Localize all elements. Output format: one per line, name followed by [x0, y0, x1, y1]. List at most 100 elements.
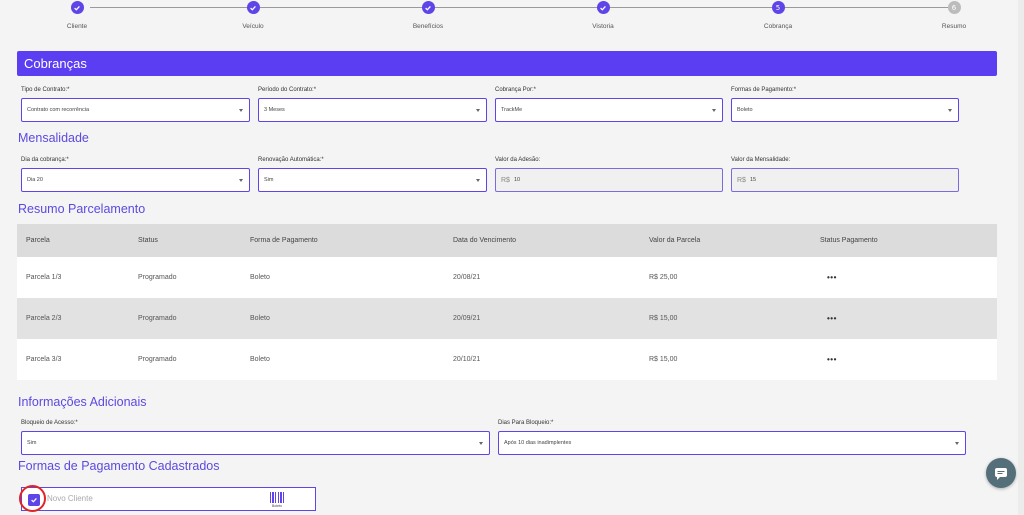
- dias-bloqueio-select[interactable]: Após 10 dias inadimplentes: [498, 431, 966, 455]
- select-value: TrackMe: [501, 107, 523, 113]
- status-cell: Programado: [138, 274, 177, 281]
- check-icon: [246, 1, 260, 14]
- bloqueio-acesso-select[interactable]: Sim: [21, 431, 490, 455]
- informacoes-adicionais-title: Informações Adicionais: [18, 395, 147, 409]
- valor-cell: R$ 15,00: [649, 315, 678, 322]
- caret-down-icon: [712, 109, 716, 112]
- dia-cobranca-select[interactable]: Dia 20: [21, 168, 250, 192]
- forma-cell: Boleto: [250, 274, 270, 281]
- input-value: 15: [749, 177, 757, 183]
- more-options-icon[interactable]: •••: [827, 257, 837, 298]
- renovacao-select[interactable]: Sim: [258, 168, 487, 192]
- select-value: Sim: [27, 440, 37, 446]
- column-header: Status: [138, 237, 158, 244]
- data-cell: 20/10/21: [453, 356, 481, 363]
- select-value: Dia 20: [27, 177, 43, 183]
- step-cobranca[interactable]: 5 Cobrança: [728, 1, 828, 30]
- more-options-icon[interactable]: •••: [827, 298, 837, 339]
- step-number: 5: [771, 1, 785, 14]
- parcelamento-table: Parcela Status Forma de Pagamento Data d…: [17, 224, 997, 380]
- periodo-contrato-select[interactable]: 3 Meses: [258, 98, 487, 122]
- valor-cell: R$ 25,00: [649, 274, 678, 281]
- formas-pagamento-label: Formas de Pagamento:*: [731, 87, 797, 93]
- dias-bloqueio-label: Dias Para Bloqueio:*: [498, 420, 554, 426]
- caret-down-icon: [479, 442, 483, 445]
- table-header-row: Parcela Status Forma de Pagamento Data d…: [17, 224, 997, 257]
- bloqueio-acesso-label: Bloqueio de Acesso:*: [21, 420, 78, 426]
- step-number: 6: [947, 1, 961, 14]
- more-options-icon[interactable]: •••: [827, 339, 837, 380]
- status-cell: Programado: [138, 356, 177, 363]
- table-row: Parcela 3/3 Programado Boleto 20/10/21 R…: [17, 339, 997, 380]
- step-label: Cobrança: [763, 23, 793, 30]
- caret-down-icon: [476, 109, 480, 112]
- step-beneficios[interactable]: Benefícios: [378, 1, 478, 30]
- column-header: Status Pagamento: [820, 237, 878, 244]
- table-row: Parcela 1/3 Programado Boleto 20/08/21 R…: [17, 257, 997, 298]
- tipo-contrato-label: Tipo de Contrato:*: [21, 87, 70, 93]
- caret-down-icon: [476, 179, 480, 182]
- cobranca-por-select[interactable]: TrackMe: [495, 98, 723, 122]
- formas-cadastradas-title: Formas de Pagamento Cadastrados: [18, 459, 220, 473]
- formas-pagamento-select[interactable]: Boleto: [731, 98, 959, 122]
- payment-method-card[interactable]: Novo Cliente Boleto: [21, 487, 316, 511]
- tipo-contrato-select[interactable]: Contrato com recorrência: [21, 98, 250, 122]
- select-value: Após 10 dias inadimplentes: [504, 440, 572, 446]
- progress-stepper: Cliente Veículo Benefícios Vistoria 5 Co…: [0, 0, 1024, 40]
- caret-down-icon: [239, 109, 243, 112]
- currency-prefix: R$: [501, 176, 510, 184]
- step-label: Veículo: [242, 23, 264, 30]
- step-label: Resumo: [941, 23, 967, 30]
- valor-mensalidade-label: Valor da Mensalidade:: [731, 157, 791, 163]
- column-header: Data do Vencimento: [453, 237, 517, 244]
- input-value: 10: [513, 177, 521, 183]
- section-header-cobrancas: Cobranças: [17, 51, 997, 76]
- dia-cobranca-label: Dia da cobrança:*: [21, 157, 69, 163]
- forma-cell: Boleto: [250, 356, 270, 363]
- valor-mensalidade-input[interactable]: R$ 15: [731, 168, 959, 192]
- vertical-scrollbar[interactable]: [1018, 0, 1024, 515]
- step-label: Vistoria: [592, 23, 614, 30]
- resumo-parcelamento-title: Resumo Parcelamento: [18, 202, 146, 216]
- cobranca-por-label: Cobrança Por:*: [495, 87, 537, 93]
- step-resumo[interactable]: 6 Resumo: [904, 1, 1004, 30]
- select-value: Contrato com recorrência: [27, 107, 90, 113]
- step-vistoria[interactable]: Vistoria: [553, 1, 653, 30]
- step-label: Cliente: [66, 23, 88, 30]
- select-value: 3 Meses: [264, 107, 285, 113]
- parcela-cell: Parcela 2/3: [26, 315, 62, 322]
- column-header: Valor da Parcela: [649, 237, 701, 244]
- periodo-contrato-label: Período do Contrato:*: [258, 87, 317, 93]
- valor-cell: R$ 15,00: [649, 356, 678, 363]
- step-label: Benefícios: [412, 23, 444, 30]
- caret-down-icon: [239, 179, 243, 182]
- step-veiculo[interactable]: Veículo: [203, 1, 303, 30]
- barcode-icon: [270, 492, 284, 503]
- select-value: Sim: [264, 177, 274, 183]
- parcela-cell: Parcela 1/3: [26, 274, 62, 281]
- valor-adesao-label: Valor da Adesão:: [495, 157, 541, 163]
- data-cell: 20/09/21: [453, 315, 481, 322]
- data-cell: 20/08/21: [453, 274, 481, 281]
- mensalidade-title: Mensalidade: [18, 131, 89, 145]
- chat-button[interactable]: [986, 458, 1016, 488]
- valor-adesao-input[interactable]: R$ 10: [495, 168, 723, 192]
- currency-prefix: R$: [737, 176, 746, 184]
- barcode-icon-label: Boleto: [272, 504, 282, 508]
- caret-down-icon: [948, 109, 952, 112]
- renovacao-label: Renovação Automática:*: [258, 157, 324, 163]
- table-row: Parcela 2/3 Programado Boleto 20/09/21 R…: [17, 298, 997, 339]
- select-value: Boleto: [737, 107, 753, 113]
- check-icon: [421, 1, 435, 14]
- forma-cell: Boleto: [250, 315, 270, 322]
- check-icon: [596, 1, 610, 14]
- caret-down-icon: [955, 442, 959, 445]
- status-cell: Programado: [138, 315, 177, 322]
- step-cliente[interactable]: Cliente: [27, 1, 127, 30]
- highlight-circle: [19, 485, 46, 512]
- check-icon: [70, 1, 84, 14]
- column-header: Forma de Pagamento: [250, 237, 318, 244]
- payment-method-label: Novo Cliente: [47, 494, 93, 503]
- chat-bubble-icon: [995, 468, 1007, 480]
- column-header: Parcela: [26, 237, 50, 244]
